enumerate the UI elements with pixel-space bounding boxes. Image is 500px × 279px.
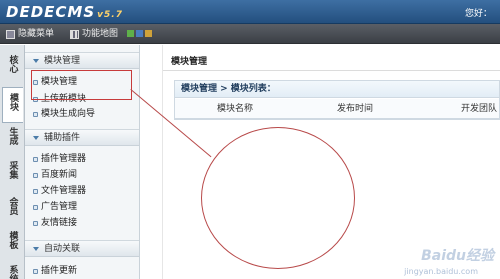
page-title: 模块管理: [171, 57, 208, 67]
sidebar-item-plugin-manager[interactable]: 插件管理器: [33, 153, 86, 165]
column-header-publish-time: 发布时间: [295, 99, 415, 119]
group-plugins[interactable]: 辅助插件: [25, 129, 139, 146]
group-title-label: 模块管理: [44, 56, 81, 66]
tab-system[interactable]: 系统: [2, 265, 23, 279]
tab-core-label: 核心: [7, 55, 18, 73]
sidebar-item-label: 广告管理: [41, 202, 78, 212]
version-label: v5.7: [97, 10, 123, 20]
annotation-circle: [201, 127, 355, 269]
sidebar-item-label: 友情链接: [41, 218, 78, 228]
chevron-down-icon: [33, 246, 39, 251]
theme-color-blue[interactable]: [136, 30, 143, 37]
sidebar-item-label: 插件更新: [41, 266, 78, 276]
bullet-icon: [33, 111, 38, 117]
tab-generate-label: 生成: [7, 127, 18, 145]
tab-core[interactable]: 核心: [2, 55, 23, 73]
chevron-down-icon: [33, 58, 39, 63]
breadcrumb: 模块管理 > 模块列表：: [175, 81, 499, 98]
sidebar-item-label: 文件管理器: [41, 186, 87, 196]
sidebar-item-ad-management[interactable]: 广告管理: [33, 201, 77, 213]
column-header-dev-team: 开发团队: [415, 99, 499, 119]
bullet-icon: [33, 188, 38, 194]
bullet-icon: [33, 268, 38, 274]
function-map-icon: [70, 29, 79, 39]
dedecms-logo: DEDECMS v5.7: [6, 2, 123, 22]
hide-menu-label: 隐藏菜单: [18, 29, 55, 39]
watermark-url: jingyan.baidu.com: [404, 267, 478, 276]
sidebar-item-file-manager[interactable]: 文件管理器: [33, 185, 86, 197]
function-map-button[interactable]: 功能地图: [70, 27, 118, 41]
sidebar-item-friend-links[interactable]: 友情链接: [33, 217, 77, 229]
tab-members-label: 会员: [7, 197, 18, 215]
vertical-tabs: 核心 模块 生成 采集 会员 模板 系统: [0, 45, 25, 279]
sidebar-item-label: 插件管理器: [41, 154, 87, 164]
tab-generate[interactable]: 生成: [2, 127, 23, 145]
sidebar-item-module-wizard[interactable]: 模块生成向导: [33, 108, 95, 120]
tab-collect-label: 采集: [7, 161, 18, 179]
group-title-label: 自动关联: [44, 244, 81, 254]
group-auto-link[interactable]: 自动关联: [25, 240, 139, 257]
sidebar-item-label: 模块生成向导: [41, 109, 96, 119]
bullet-icon: [33, 172, 38, 178]
sidebar-item-label: 百度新闻: [41, 170, 78, 180]
frame-gutter: [141, 45, 163, 279]
function-map-label: 功能地图: [82, 29, 119, 39]
theme-color-yellow[interactable]: [145, 30, 152, 37]
top-header: DEDECMS v5.7 您好：: [0, 0, 500, 24]
bullet-icon: [33, 156, 38, 162]
column-header-module-name: 模块名称: [175, 99, 295, 119]
sidebar-item-plugin-update[interactable]: 插件更新: [33, 265, 77, 277]
logo-text: DEDECMS: [6, 3, 96, 21]
watermark-brand: Baidu经验: [421, 248, 494, 264]
module-list-panel: 模块管理 > 模块列表： 模块名称 发布时间 开发团队: [174, 80, 500, 120]
tab-members[interactable]: 会员: [2, 197, 23, 215]
title-divider: [163, 70, 500, 71]
tab-templates-label: 模板: [7, 231, 18, 249]
sidebar-item-baidu-news[interactable]: 百度新闻: [33, 169, 77, 181]
annotation-highlight-box: [31, 70, 132, 100]
dedecms-admin-page: DEDECMS v5.7 您好： 隐藏菜单 功能地图 核心 模块 生成 采集 会员…: [0, 0, 500, 279]
tab-modules[interactable]: 模块: [2, 87, 23, 123]
group-module-management[interactable]: 模块管理: [25, 52, 139, 69]
group-title-label: 辅助插件: [44, 133, 81, 143]
greeting-text: 您好：: [464, 9, 492, 19]
hide-menu-icon: [6, 29, 15, 39]
bullet-icon: [33, 220, 38, 226]
toolbar: 隐藏菜单 功能地图: [0, 24, 500, 44]
chevron-down-icon: [33, 135, 39, 140]
tab-templates[interactable]: 模板: [2, 231, 23, 249]
tab-collect[interactable]: 采集: [2, 161, 23, 179]
theme-color-green[interactable]: [127, 30, 134, 37]
tab-modules-label: 模块: [8, 93, 18, 111]
bullet-icon: [33, 204, 38, 210]
hide-menu-button[interactable]: 隐藏菜单: [6, 27, 54, 41]
tab-system-label: 系统: [7, 265, 18, 279]
